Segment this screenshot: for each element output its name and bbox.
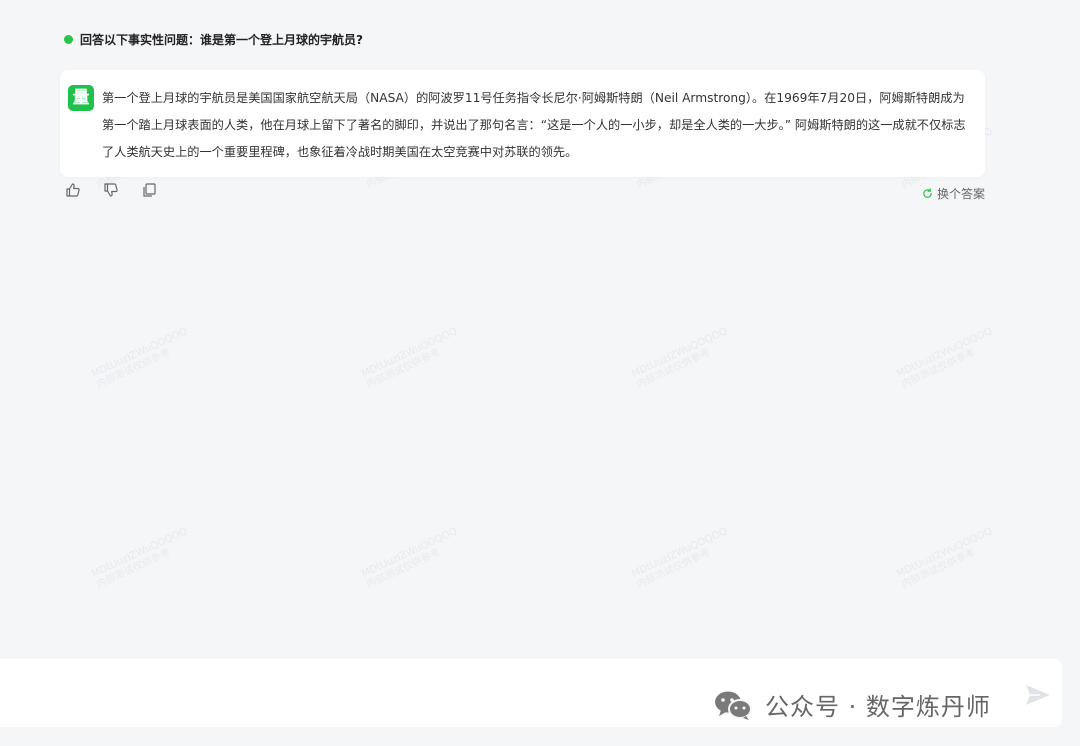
question-text: 回答以下事实性问题：谁是第一个登上月球的宇航员? — [80, 32, 363, 47]
watermark: MDtUuzIZWuQOQOQ内部测试仅供参考 — [895, 325, 995, 391]
thumbs-down-button[interactable] — [103, 182, 119, 198]
thumbs-down-icon — [104, 183, 118, 197]
watermark: MDtUuzIZWuQOQOQ内部测试仅供参考 — [630, 325, 730, 391]
account-overlay: 公众号 · 数字炼丹师 — [713, 687, 991, 722]
wechat-icon — [715, 691, 752, 720]
thumbs-up-icon — [66, 183, 80, 197]
answer-text: 第一个登上月球的宇航员是美国国家航空航天局（NASA）的阿波罗11号任务指令长尼… — [102, 91, 966, 159]
regenerate-label: 换个答案 — [936, 187, 985, 201]
answer-card: 量 第一个登上月球的宇航员是美国国家航空航天局（NASA）的阿波罗11号任务指令… — [60, 70, 985, 177]
bot-avatar: 量 — [68, 85, 94, 111]
status-dot — [64, 34, 73, 44]
watermark: MDtUuzIZWuQOQOQ内部测试仅供参考 — [90, 525, 190, 591]
watermark: MDtUuzIZWuQOQOQ内部测试仅供参考 — [895, 525, 995, 591]
watermark: MDtUuzIZWuQOQOQ内部测试仅供参考 — [360, 525, 460, 591]
watermark: MDtUuzIZWuQOQOQ内部测试仅供参考 — [630, 525, 730, 591]
thumbs-up-button[interactable] — [65, 182, 81, 198]
question-row: 回答以下事实性问题：谁是第一个登上月球的宇航员? — [64, 30, 363, 48]
watermark: MDtUuzIZWuQOQOQ内部测试仅供参考 — [360, 325, 460, 391]
account-text: 公众号 · 数字炼丹师 — [765, 693, 991, 721]
send-icon[interactable] — [1025, 683, 1051, 707]
regenerate-button[interactable]: 换个答案 — [922, 185, 985, 202]
refresh-icon — [923, 188, 932, 198]
copy-button[interactable] — [141, 182, 157, 198]
copy-icon — [143, 183, 156, 197]
answer-actions — [65, 182, 157, 198]
watermark: MDtUuzIZWuQOQOQ内部测试仅供参考 — [90, 325, 190, 391]
